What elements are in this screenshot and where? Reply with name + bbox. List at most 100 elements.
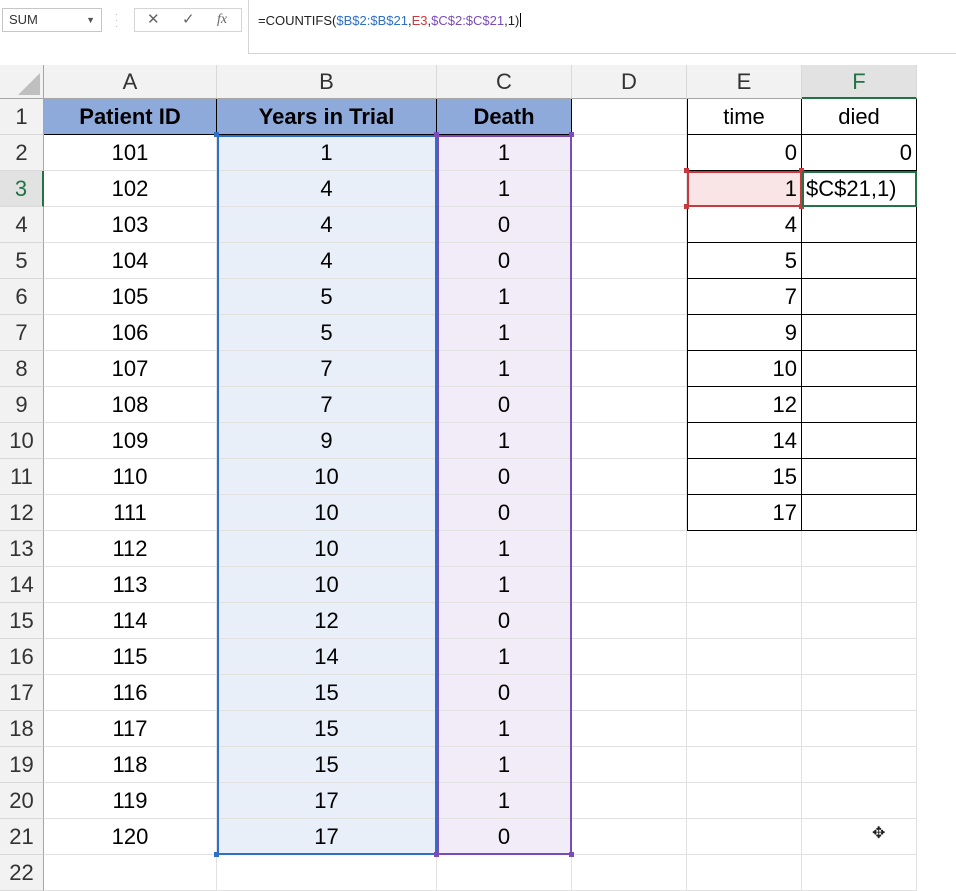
cell-d7[interactable] — [572, 315, 687, 351]
cell-e14[interactable] — [687, 567, 802, 603]
row-header-19[interactable]: 19 — [0, 747, 44, 783]
cell-e3[interactable]: 1 — [687, 171, 802, 207]
cell-e16[interactable] — [687, 639, 802, 675]
cell-a17[interactable]: 116 — [44, 675, 217, 711]
cell-a20[interactable]: 119 — [44, 783, 217, 819]
select-all-icon[interactable] — [18, 73, 40, 95]
cell-d4[interactable] — [572, 207, 687, 243]
cell-f4[interactable] — [802, 207, 917, 243]
cell-e22[interactable] — [687, 855, 802, 891]
resize-handle-icon[interactable] — [569, 132, 574, 137]
row-header-10[interactable]: 10 — [0, 423, 44, 459]
cell-f2[interactable]: 0 — [802, 135, 917, 171]
row-header-18[interactable]: 18 — [0, 711, 44, 747]
cell-a11[interactable]: 110 — [44, 459, 217, 495]
row-header-4[interactable]: 4 — [0, 207, 44, 243]
cell-c8[interactable]: 1 — [437, 351, 572, 387]
cell-e20[interactable] — [687, 783, 802, 819]
cell-c1[interactable]: Death — [437, 99, 572, 135]
cell-e5[interactable]: 5 — [687, 243, 802, 279]
cell-d6[interactable] — [572, 279, 687, 315]
insert-function-icon[interactable]: fx — [217, 9, 227, 31]
row-header-22[interactable]: 22 — [0, 855, 44, 891]
cell-e11[interactable]: 15 — [687, 459, 802, 495]
column-header-a[interactable]: A — [44, 65, 217, 99]
cell-c22[interactable] — [437, 855, 572, 891]
cell-b13[interactable]: 10 — [217, 531, 437, 567]
resize-handle-icon[interactable] — [684, 204, 689, 209]
cell-f22[interactable] — [802, 855, 917, 891]
cell-b22[interactable] — [217, 855, 437, 891]
cell-b5[interactable]: 4 — [217, 243, 437, 279]
enter-icon[interactable]: ✓ — [182, 9, 195, 31]
cell-f8[interactable] — [802, 351, 917, 387]
cell-d19[interactable] — [572, 747, 687, 783]
cell-f21[interactable] — [802, 819, 917, 855]
cell-c2[interactable]: 1 — [437, 135, 572, 171]
chevron-down-icon[interactable]: ▼ — [86, 9, 95, 31]
cell-f6[interactable] — [802, 279, 917, 315]
cell-b10[interactable]: 9 — [217, 423, 437, 459]
cell-a14[interactable]: 113 — [44, 567, 217, 603]
cell-f18[interactable] — [802, 711, 917, 747]
cell-e1[interactable]: time — [687, 99, 802, 135]
cell-a8[interactable]: 107 — [44, 351, 217, 387]
cell-a10[interactable]: 109 — [44, 423, 217, 459]
row-header-7[interactable]: 7 — [0, 315, 44, 351]
cell-e8[interactable]: 10 — [687, 351, 802, 387]
cell-a4[interactable]: 103 — [44, 207, 217, 243]
cell-a7[interactable]: 106 — [44, 315, 217, 351]
cell-a21[interactable]: 120 — [44, 819, 217, 855]
cell-b19[interactable]: 15 — [217, 747, 437, 783]
cell-a1[interactable]: Patient ID — [44, 99, 217, 135]
cell-f16[interactable] — [802, 639, 917, 675]
row-header-20[interactable]: 20 — [0, 783, 44, 819]
column-header-b[interactable]: B — [217, 65, 437, 99]
column-header-d[interactable]: D — [572, 65, 687, 99]
cell-a3[interactable]: 102 — [44, 171, 217, 207]
cell-e9[interactable]: 12 — [687, 387, 802, 423]
cell-c4[interactable]: 0 — [437, 207, 572, 243]
cell-c6[interactable]: 1 — [437, 279, 572, 315]
cell-f15[interactable] — [802, 603, 917, 639]
cell-b11[interactable]: 10 — [217, 459, 437, 495]
cell-b17[interactable]: 15 — [217, 675, 437, 711]
resize-handle-icon[interactable]: · · · — [115, 10, 119, 32]
cell-d11[interactable] — [572, 459, 687, 495]
cell-a19[interactable]: 118 — [44, 747, 217, 783]
resize-handle-icon[interactable] — [799, 168, 804, 173]
cell-d3[interactable] — [572, 171, 687, 207]
cell-a13[interactable]: 112 — [44, 531, 217, 567]
row-header-16[interactable]: 16 — [0, 639, 44, 675]
cell-f13[interactable] — [802, 531, 917, 567]
cell-a16[interactable]: 115 — [44, 639, 217, 675]
cell-b12[interactable]: 10 — [217, 495, 437, 531]
cell-e10[interactable]: 14 — [687, 423, 802, 459]
cell-c17[interactable]: 0 — [437, 675, 572, 711]
cell-d18[interactable] — [572, 711, 687, 747]
name-box[interactable]: SUM ▼ — [2, 8, 102, 32]
cell-d16[interactable] — [572, 639, 687, 675]
cell-f9[interactable] — [802, 387, 917, 423]
resize-handle-icon[interactable] — [214, 132, 219, 137]
cell-b21[interactable]: 17 — [217, 819, 437, 855]
cell-c11[interactable]: 0 — [437, 459, 572, 495]
cell-b6[interactable]: 5 — [217, 279, 437, 315]
cell-a18[interactable]: 117 — [44, 711, 217, 747]
cell-b15[interactable]: 12 — [217, 603, 437, 639]
cell-d15[interactable] — [572, 603, 687, 639]
resize-handle-icon[interactable] — [434, 132, 439, 137]
cell-c19[interactable]: 1 — [437, 747, 572, 783]
cell-c15[interactable]: 0 — [437, 603, 572, 639]
cell-e17[interactable] — [687, 675, 802, 711]
row-header-14[interactable]: 14 — [0, 567, 44, 603]
cell-c12[interactable]: 0 — [437, 495, 572, 531]
cell-d8[interactable] — [572, 351, 687, 387]
cell-a22[interactable] — [44, 855, 217, 891]
cell-b1[interactable]: Years in Trial — [217, 99, 437, 135]
cell-f1[interactable]: died — [802, 99, 917, 135]
formula-input[interactable]: =COUNTIFS($B$2:$B$21,E3,$C$2:$C$21,1) — [248, 0, 956, 54]
row-header-1[interactable]: 1 — [0, 99, 44, 135]
cell-b9[interactable]: 7 — [217, 387, 437, 423]
cell-b2[interactable]: 1 — [217, 135, 437, 171]
